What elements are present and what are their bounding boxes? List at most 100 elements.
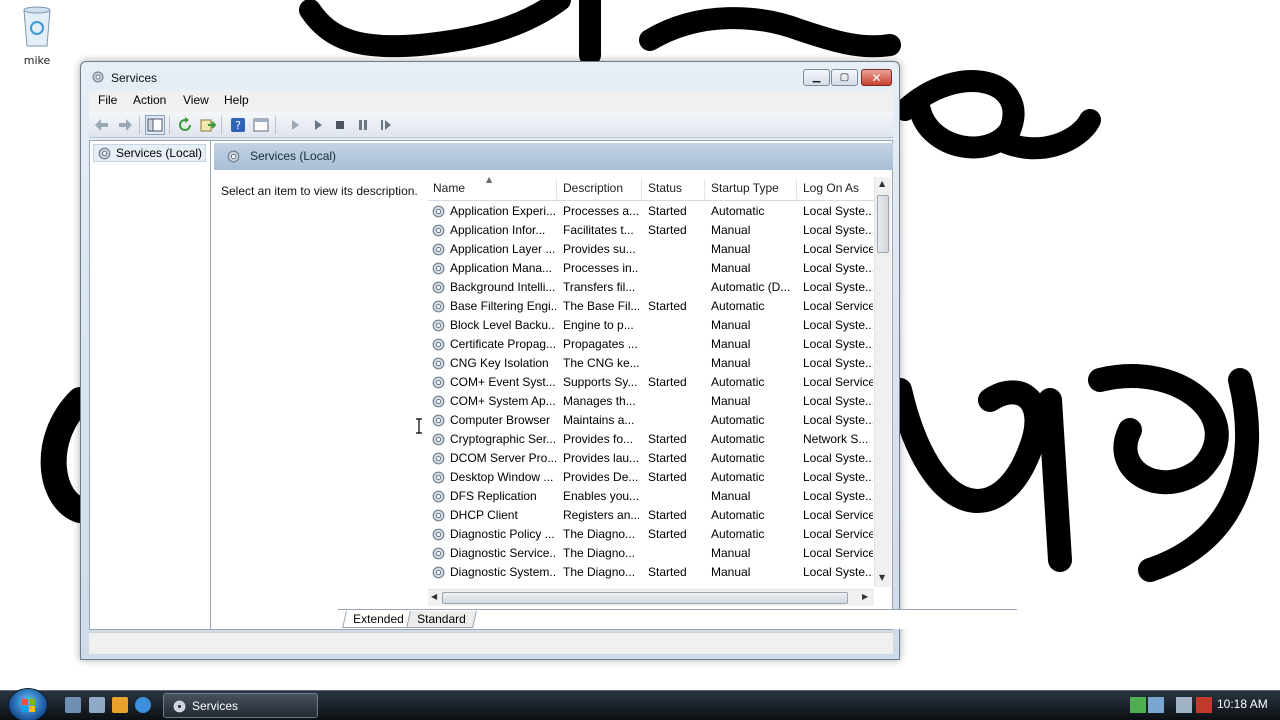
tab-extended[interactable]: Extended [342,611,415,628]
table-row[interactable]: COM+ System Ap... Manages th... Manual Loca… [428,392,874,411]
taskbar-item-services[interactable]: Services [163,693,318,718]
table-row[interactable]: Application Mana... Processes in... Manual… [428,259,874,278]
cell-startup-type: Automatic [711,413,765,427]
cell-name: Desktop Window ... [450,470,554,484]
export-list-button[interactable] [198,115,218,135]
internet-explorer-icon[interactable] [135,697,151,713]
column-header-status[interactable]: Status [648,181,682,195]
cell-status: Started [648,565,687,579]
show-desktop-icon[interactable] [65,697,81,713]
stop-service-button[interactable] [330,115,350,135]
table-row[interactable]: CNG Key Isolation The CNG ke... Manual Loca… [428,354,874,373]
back-button[interactable] [92,115,112,135]
scroll-up-icon[interactable]: ▲ [879,179,885,188]
menu-file[interactable]: File [98,93,117,107]
horizontal-scrollbar[interactable]: ◀ ▶ [428,589,874,606]
cell-description: The Diagno... [563,527,636,541]
network-tray-icon[interactable] [1148,697,1164,713]
column-header-description[interactable]: Description [563,181,623,195]
switch-windows-icon[interactable] [89,697,105,713]
minimize-button[interactable]: ▁ [803,69,830,86]
sort-ascending-icon: ▲ [486,177,493,184]
close-button[interactable]: ✕ [861,69,892,86]
desktop-icon-recycle-bin[interactable]: mike [14,4,60,67]
table-row[interactable]: Certificate Propag... Propagates ... Manua… [428,335,874,354]
table-row[interactable]: Desktop Window ... Provides De... Started A… [428,468,874,487]
cell-description: Engine to p... [563,318,634,332]
table-row[interactable]: DCOM Server Pro... Provides lau... Started… [428,449,874,468]
table-row[interactable]: Application Infor... Facilitates t... Star… [428,221,874,240]
show-hide-console-tree-button[interactable] [145,115,165,135]
pause-service-button[interactable] [353,115,373,135]
table-row[interactable]: COM+ Event Syst... Supports Sy... Started A… [428,373,874,392]
cell-name: Diagnostic System... [450,565,556,579]
volume-muted-icon[interactable] [1196,697,1212,713]
cell-name: Certificate Propag... [450,337,556,351]
start-service-button[interactable] [285,115,305,135]
console-tree: Services (Local) [90,141,211,629]
media-player-icon[interactable] [112,697,128,713]
services-gear-icon [92,71,104,83]
clock[interactable]: 10:18 AM [1217,697,1268,711]
restart-service-button[interactable] [376,115,396,135]
table-row[interactable]: Application Experi... Processes a... Start… [428,202,874,221]
vertical-scrollbar[interactable]: ▲ ▼ [874,177,891,587]
cell-description: The Diagno... [563,546,636,560]
horizontal-scroll-thumb[interactable] [442,592,848,604]
column-header-name[interactable]: Name [433,181,465,195]
cell-startup-type: Manual [711,337,751,351]
column-header-log-on-as[interactable]: Log On As [803,181,859,195]
forward-button[interactable] [115,115,135,135]
refresh-button[interactable] [175,115,195,135]
table-row[interactable]: Diagnostic Policy ... The Diagno... Starte… [428,525,874,544]
cell-log-on-as: Local Syste... [803,470,873,484]
cell-status: Started [648,223,687,237]
scroll-left-icon[interactable]: ◀ [431,592,437,601]
table-row[interactable]: Cryptographic Ser... Provides fo... Starte… [428,430,874,449]
cell-log-on-as: Local Syste... [803,565,873,579]
tab-standard[interactable]: Standard [406,611,477,628]
cell-log-on-as: Local Syste... [803,280,873,294]
start-button[interactable] [8,688,48,720]
cell-log-on-as: Local Service [803,508,873,522]
table-row[interactable]: Diagnostic System... The Diagno... Started… [428,563,874,582]
table-row[interactable]: Block Level Backu... Engine to p... Manual… [428,316,874,335]
menu-view[interactable]: View [183,93,209,107]
scroll-down-icon[interactable]: ▼ [879,573,885,582]
cell-name: Diagnostic Policy ... [450,527,555,541]
table-row[interactable]: Diagnostic Service... The Diagno... Manual… [428,544,874,563]
scroll-right-icon[interactable]: ▶ [862,592,868,601]
menu-action[interactable]: Action [133,93,166,107]
menu-help[interactable]: Help [224,93,249,107]
cell-startup-type: Automatic [711,451,765,465]
network-disconnected-icon[interactable] [1176,697,1192,713]
tree-node-services-local[interactable]: Services (Local) [93,144,207,162]
start-service-alt-button[interactable] [308,115,328,135]
cell-description: Propagates ... [563,337,638,351]
vertical-scroll-thumb[interactable] [877,195,889,253]
services-gear-icon [227,150,240,163]
table-row[interactable]: DFS Replication Enables you... Manual Local… [428,487,874,506]
cell-name: Application Experi... [450,204,556,218]
properties-button[interactable] [251,115,271,135]
table-row[interactable]: Application Layer ... Provides su... Manua… [428,240,874,259]
table-row[interactable]: Computer Browser Maintains a... Automatic L… [428,411,874,430]
cell-startup-type: Automatic [711,299,765,313]
service-gear-icon [432,471,445,484]
table-row[interactable]: Base Filtering Engi... The Base Fil... Sta… [428,297,874,316]
services-gear-icon [98,147,111,160]
cell-status: Started [648,451,687,465]
help-button[interactable]: ? [228,115,248,135]
cell-startup-type: Manual [711,565,751,579]
cell-log-on-as: Local Syste... [803,204,873,218]
service-gear-icon [432,376,445,389]
table-row[interactable]: DHCP Client Registers an... Started Automat… [428,506,874,525]
maximize-button[interactable]: ▢ [831,69,858,86]
cell-startup-type: Manual [711,223,751,237]
help-icon: ? [231,118,245,132]
security-tray-icon[interactable] [1130,697,1146,713]
column-header-startup-type[interactable]: Startup Type [711,181,779,195]
title-bar[interactable]: Services ▁ ▢ ✕ [81,62,899,90]
refresh-icon [179,117,191,131]
table-row[interactable]: Background Intelli... Transfers fil... Aut… [428,278,874,297]
